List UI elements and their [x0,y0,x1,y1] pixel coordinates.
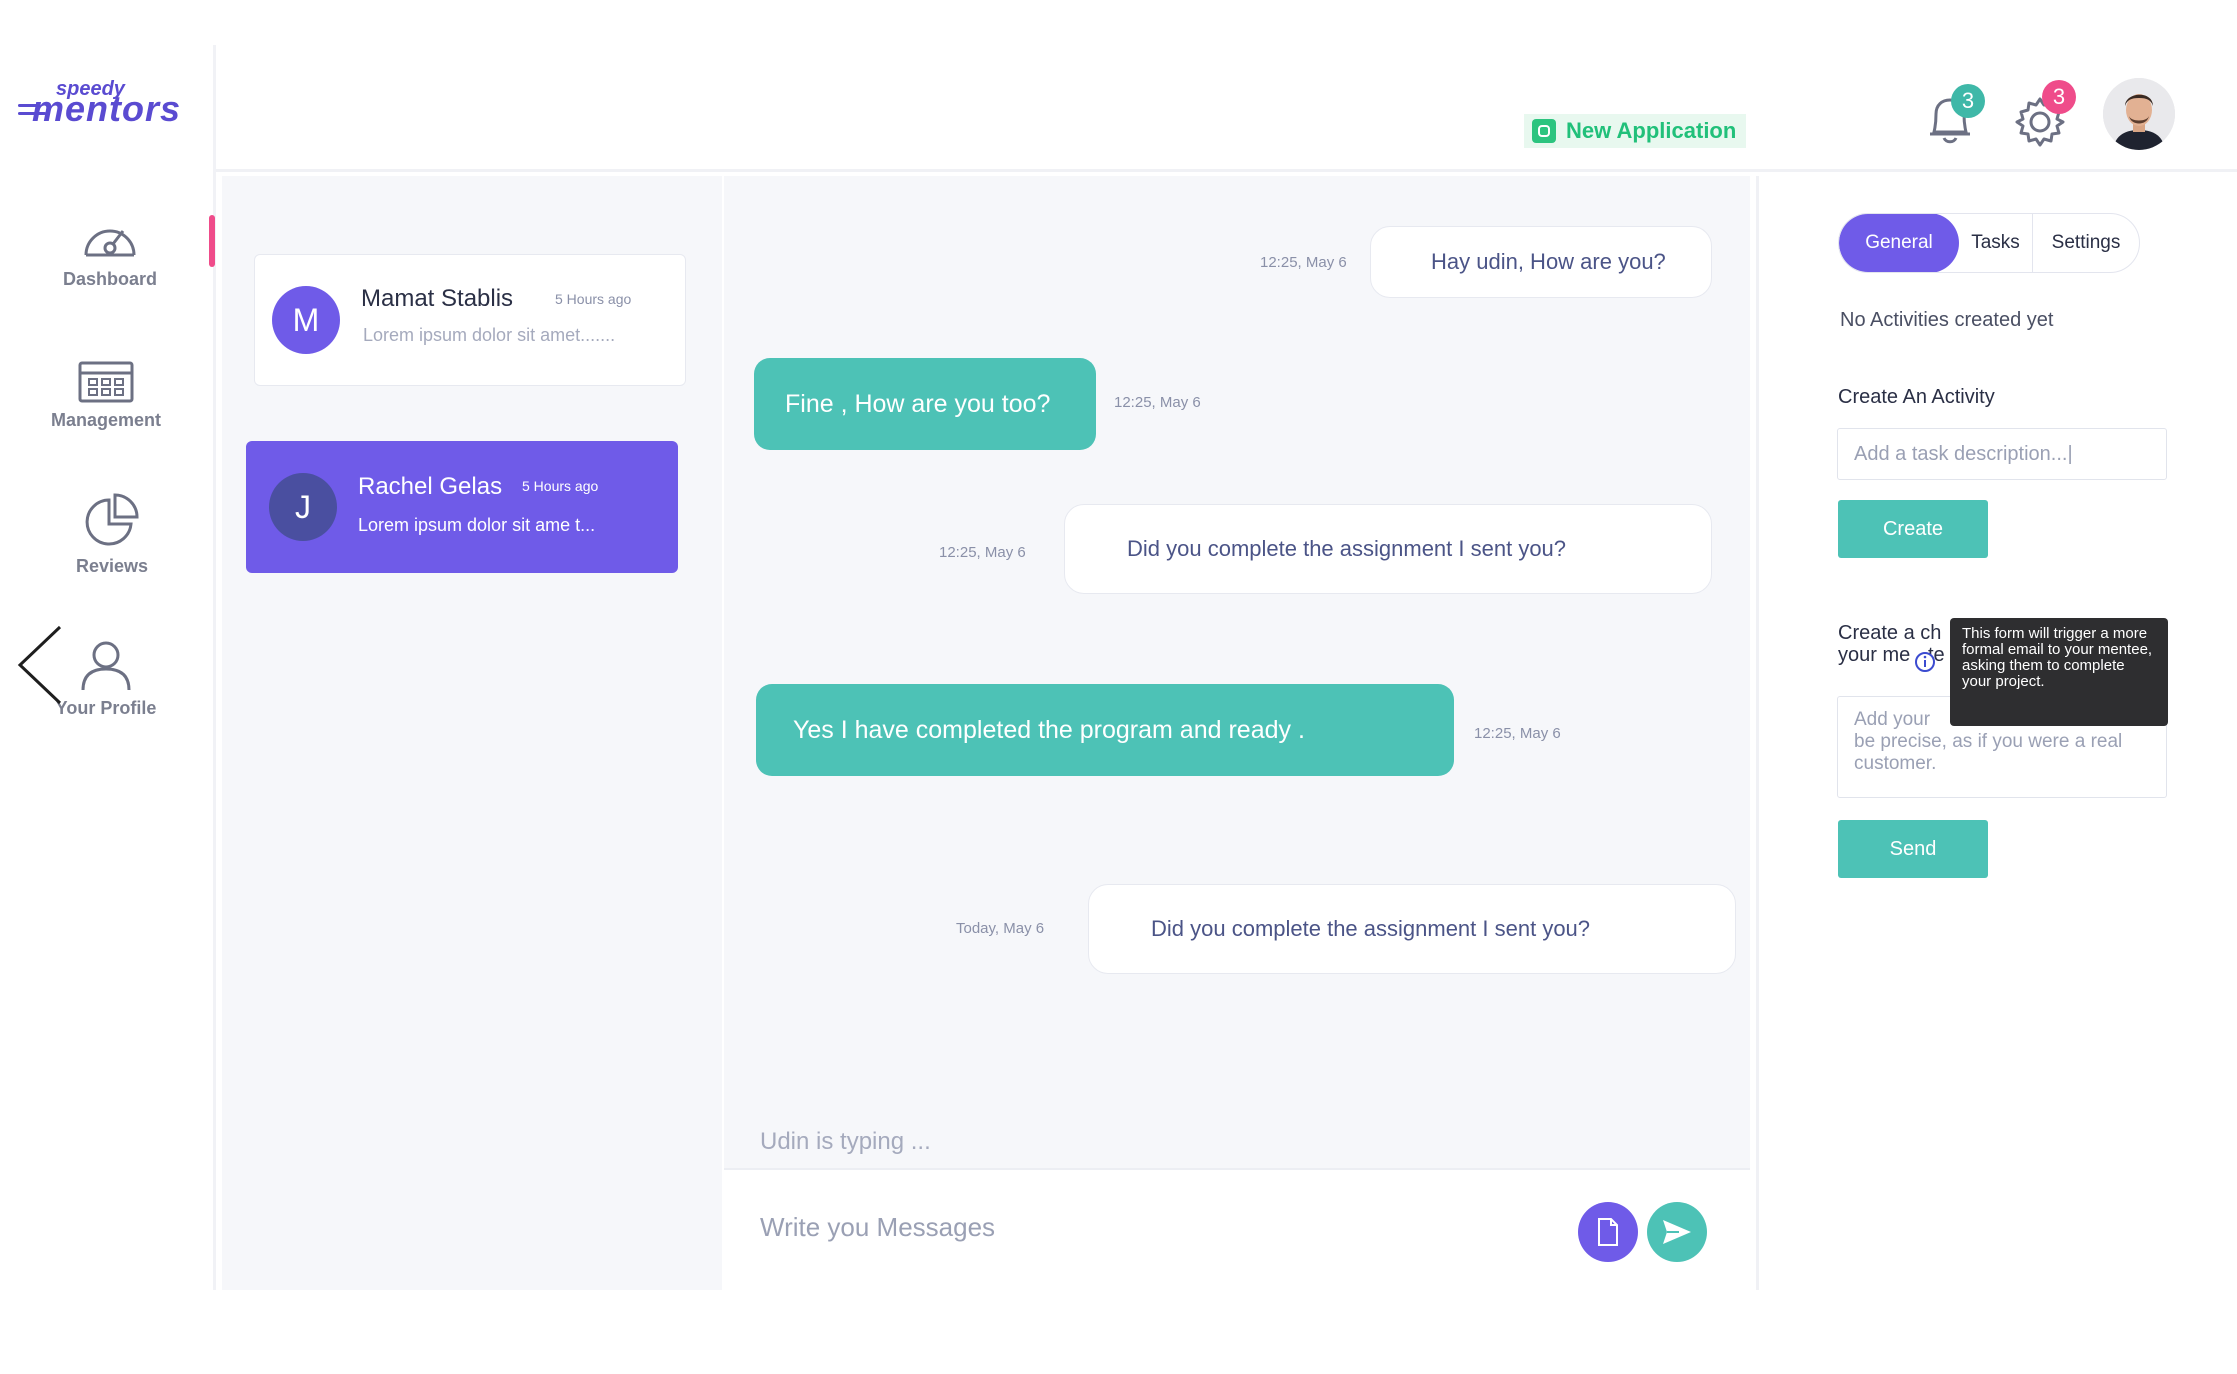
avatar-image [2103,78,2175,150]
message-input-placeholder[interactable]: Write you Messages [760,1212,995,1243]
contact-preview: Lorem ipsum dolor sit amet....... [363,325,616,345]
message-outgoing: Yes I have completed the program and rea… [756,684,1454,776]
challenge-form-label-line2: your me [1838,644,1911,666]
pie-chart-icon [85,493,139,546]
chevron-left-icon[interactable] [16,625,64,705]
message-incoming: Hay udin, How are you? [1370,226,1712,298]
no-activities-text: No Activities created yet [1840,309,2054,331]
speedometer-icon [84,229,136,257]
message-time: 12:25, May 6 [1474,725,1561,742]
sidebar-item-label: Management [50,410,162,430]
message-incoming: Did you complete the assignment I sent y… [1064,504,1712,594]
new-application-label: New Application [1566,118,1737,143]
create-activity-label: Create An Activity [1838,386,1995,408]
notifications-count-badge: 3 [1951,84,1985,118]
sidebar-item-label: Dashboard [62,269,158,289]
message-time: 12:25, May 6 [939,544,1026,561]
new-application-icon [1532,119,1556,143]
challenge-form-label-line1: Create a ch [1838,622,1942,644]
sidebar-item-management[interactable]: Management [16,360,196,431]
info-tooltip: This form will trigger a more formal ema… [1950,618,2168,726]
typing-indicator: Udin is typing ... [760,1128,931,1155]
user-icon [81,641,131,691]
tab-general[interactable]: General [1839,214,1959,272]
contact-time: 5 Hours ago [555,291,632,307]
message-time: 12:25, May 6 [1114,394,1201,411]
contact-card-rachel[interactable]: J Rachel Gelas 5 Hours ago Lorem ipsum d… [246,441,678,573]
speedy-mentors-logo[interactable]: speedy mentors [18,78,208,129]
user-avatar[interactable] [2103,78,2175,150]
message-composer[interactable]: Write you Messages [724,1168,1750,1290]
send-message-button[interactable] [1647,1202,1707,1262]
attach-file-button[interactable] [1578,1202,1638,1262]
contact-card-mamat[interactable]: M Mamat Stablis 5 Hours ago Lorem ipsum … [254,254,686,386]
contact-avatar: J [269,473,337,541]
message-incoming: Did you complete the assignment I sent y… [1088,884,1736,974]
textarea-placeholder-start: Add your [1854,709,1931,730]
tab-settings[interactable]: Settings [2033,214,2139,272]
file-icon [1598,1218,1618,1246]
message-time: 12:25, May 6 [1260,254,1347,271]
panel-tabs: General Tasks Settings [1838,213,2140,273]
sidebar-item-label: Your Profile [55,698,157,718]
calendar-grid-icon [78,361,134,403]
sidebar-item-label: Reviews [75,556,149,576]
sidebar-item-reviews[interactable]: Reviews [22,492,202,577]
settings-count-badge: 3 [2042,80,2076,114]
tab-tasks[interactable]: Tasks [1959,214,2033,272]
active-nav-indicator [209,215,215,267]
send-icon [1663,1220,1691,1244]
task-description-input[interactable]: Add a task description...| [1837,428,2167,480]
logo-main-text: mentors [32,88,182,129]
contact-time: 5 Hours ago [522,478,599,494]
contact-avatar: M [272,286,340,354]
contact-name: Rachel Gelas [358,473,503,500]
contact-preview: Lorem ipsum dolor sit ame t... [358,515,596,535]
info-icon[interactable] [1914,651,1936,673]
textarea-placeholder-end: be precise, as if you were a real custom… [1854,731,2123,774]
contact-name: Mamat Stablis [361,285,514,312]
create-activity-button[interactable]: Create [1838,500,1988,558]
top-header [216,0,2237,172]
message-time: Today, May 6 [956,920,1045,937]
message-outgoing: Fine , How are you too? [754,358,1096,450]
send-challenge-button[interactable]: Send [1838,820,1988,878]
new-application-button[interactable]: New Application [1524,114,1747,148]
sidebar-item-dashboard[interactable]: Dashboard [20,215,200,290]
